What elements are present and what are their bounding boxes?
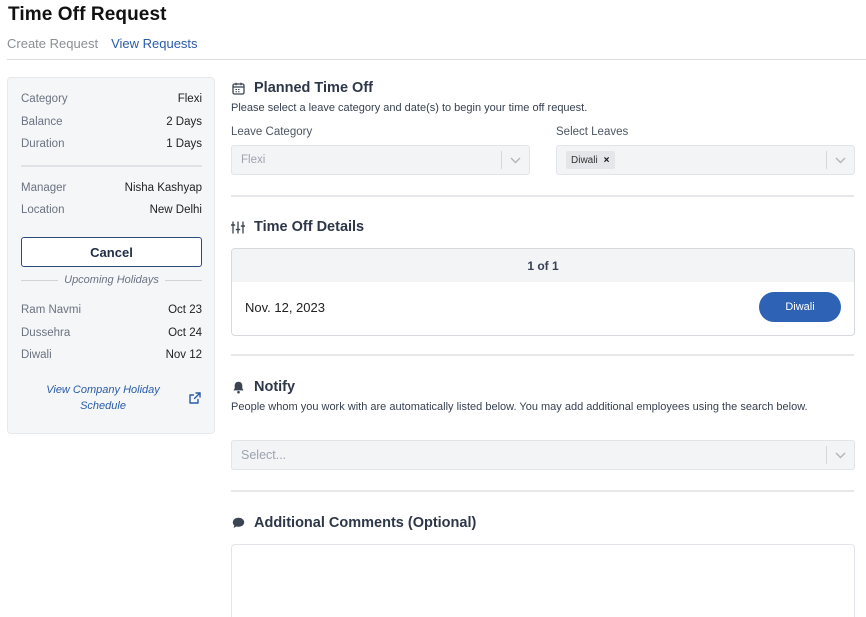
summary-key: Balance [21,116,63,128]
selected-leave-chip: Diwali × [566,151,615,169]
planned-time-off-title: Planned Time Off [254,80,373,96]
summary-row-balance: Balance 2 Days [21,116,202,128]
tab-bar: Create Request View Requests [7,36,198,51]
notify-select-placeholder: Select... [241,448,287,462]
notify-description: People whom you work with are automatica… [231,401,808,413]
view-holiday-schedule-link[interactable]: View Company Holiday Schedule [36,382,170,414]
page-title: Time Off Request [8,4,167,25]
select-leaves-input[interactable]: Diwali × [556,145,855,175]
chevron-down-icon[interactable] [827,452,854,459]
bell-icon [231,380,245,394]
section-divider [231,354,854,356]
request-summary-card: Category Flexi Balance 2 Days Duration 1… [7,77,215,434]
summary-row-location: Location New Delhi [21,204,202,216]
summary-key: Duration [21,138,65,150]
summary-row-duration: Duration 1 Days [21,138,202,150]
summary-key: Category [21,93,68,105]
sliders-icon [231,220,245,234]
holiday-row: Diwali Nov 12 [21,349,202,361]
time-off-details-title: Time Off Details [254,219,365,235]
summary-key: Manager [21,182,67,194]
calendar-icon [231,81,245,95]
summary-row-category: Category Flexi [21,93,202,105]
notify-employee-select[interactable]: Select... [231,440,855,470]
section-divider [231,490,854,492]
tabs-divider [7,59,866,60]
summary-value: Nisha Kashyap [124,182,202,194]
upcoming-holidays-title: Upcoming Holidays [64,274,159,286]
leave-category-value: Flexi [241,154,266,166]
holiday-row: Ram Navmi Oct 23 [21,304,202,316]
time-off-details-header: Time Off Details [231,219,364,235]
summary-value: 1 Days [166,138,202,150]
leave-category-label: Leave Category [231,126,313,138]
heading-rule [164,279,203,281]
time-off-date: Nov. 12, 2023 [245,300,325,315]
holiday-name: Ram Navmi [21,304,82,316]
summary-value: 2 Days [166,116,202,128]
upcoming-holidays-heading: Upcoming Holidays [21,274,203,286]
holiday-date: Nov 12 [165,349,202,361]
holiday-name: Dussehra [21,327,71,339]
comments-title: Additional Comments (Optional) [254,515,477,531]
tab-create-request[interactable]: Create Request [7,36,98,51]
notify-title: Notify [254,379,296,395]
external-link-icon[interactable] [188,391,202,405]
summary-value: Flexi [177,93,202,105]
select-leaves-label: Select Leaves [556,126,629,138]
chevron-down-icon[interactable] [502,157,529,164]
holiday-date: Oct 24 [168,327,202,339]
pagination-indicator: 1 of 1 [232,249,854,282]
chip-label: Diwali [571,154,598,166]
holiday-name: Diwali [21,349,52,361]
holiday-date: Oct 23 [168,304,202,316]
planned-time-off-header: Planned Time Off [231,80,373,96]
section-divider [231,195,854,197]
summary-key: Location [21,204,65,216]
notify-header: Notify [231,379,295,395]
summary-row-manager: Manager Nisha Kashyap [21,182,202,194]
leave-category-select[interactable]: Flexi [231,145,530,175]
cancel-button[interactable]: Cancel [21,237,202,267]
time-off-details-card: 1 of 1 Nov. 12, 2023 Diwali [231,248,855,336]
summary-divider [21,165,202,167]
remove-chip-icon[interactable]: × [604,155,610,166]
holiday-row: Dussehra Oct 24 [21,327,202,339]
comment-icon [231,516,245,530]
comments-textarea[interactable] [231,544,855,617]
planned-time-off-description: Please select a leave category and date(… [231,102,588,114]
summary-value: New Delhi [149,204,202,216]
holiday-pill-button[interactable]: Diwali [759,292,841,322]
comments-header: Additional Comments (Optional) [231,515,476,531]
heading-rule [21,279,59,281]
chevron-down-icon[interactable] [827,157,854,164]
tab-view-requests[interactable]: View Requests [111,36,197,51]
